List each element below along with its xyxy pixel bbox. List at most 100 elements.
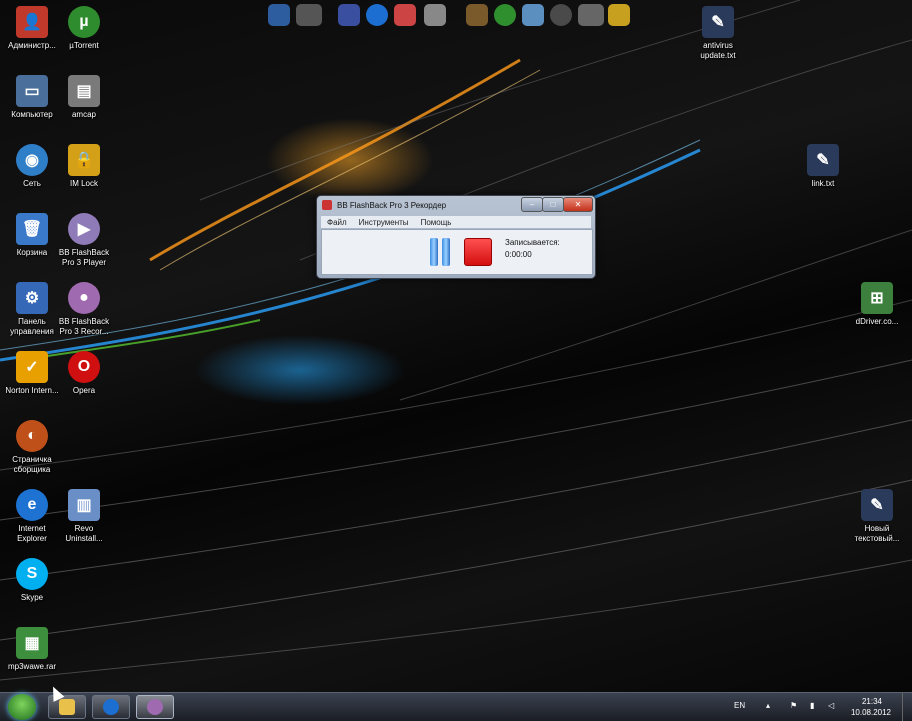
taskbar-button-flashback-recorder[interactable] [136,695,174,719]
desktop-icon-opera[interactable]: O Opera [56,351,112,396]
close-button[interactable]: ✕ [563,197,593,212]
recording-time: 0:00:00 [505,250,532,259]
icon-label: Панель управления [10,317,54,336]
desktop-icon-revo-uninstaller[interactable]: ▥ Revo Uninstall... [56,489,112,544]
user-icon: 👤 [16,6,48,38]
desktop: 👤 Администр... µ µTorrent ▭ Компьютер ▤ … [0,0,912,721]
icon-label: mp3wawe.rar [7,662,56,671]
menu-file[interactable]: Файл [327,218,347,227]
app-icon-8[interactable] [608,4,630,26]
desktop-icon-utorrent[interactable]: µ µTorrent [56,6,112,51]
icon-label: BB FlashBack Pro 3 Player [58,248,110,267]
menu-tools[interactable]: Инструменты [359,218,409,227]
desktop-icon-antivirus-update[interactable]: ✎ antivirus update.txt [690,6,746,61]
flashback-recorder-icon [147,699,163,715]
app-icon-5[interactable] [522,4,544,26]
icon-label: Norton Intern... [5,386,59,395]
explorer-folder-icon [59,699,75,715]
icon-label: Skype [20,593,44,602]
browser-page-icon: ◐ [16,420,48,452]
recording-status: Записывается: [505,238,560,247]
desktop-icon-network[interactable]: ◉ Сеть [4,144,60,189]
volume-icon[interactable]: ◁ [828,701,834,710]
desktop-icon-recycle-bin[interactable]: 🗑 Корзина [4,213,60,258]
flashback-player-icon: ▶ [68,213,100,245]
paint-icon[interactable] [394,4,416,26]
icon-label: µTorrent [69,41,99,50]
network-tray-icon[interactable]: ▮ [810,701,814,710]
internet-explorer-icon: e [16,489,48,521]
minimize-button[interactable]: – [521,197,543,212]
app-icon-7[interactable] [578,4,604,26]
start-button[interactable] [8,694,36,720]
flag-icon[interactable]: ⚑ [790,701,797,710]
text-file-icon: ✎ [807,144,839,176]
icon-label: Компьютер [11,110,53,119]
icon-label: Internet Explorer [17,524,47,543]
desktop-icon-flashback-player[interactable]: ▶ BB FlashBack Pro 3 Player [56,213,112,268]
app-icon-6[interactable] [550,4,572,26]
language-indicator[interactable]: EN [734,701,745,710]
clock-date[interactable]: 10.08.2012 [846,708,896,717]
close-icon: ✕ [574,200,582,209]
gamepad-icon[interactable] [338,4,360,26]
app-icon-3[interactable] [466,4,488,26]
maximize-button[interactable]: □ [542,197,564,212]
flashback-recorder-icon: ● [68,282,100,314]
desktop-icon-ddriver[interactable]: ⊞ dDriver.co... [849,282,905,327]
icon-label: link.txt [811,179,835,188]
recorder-panel: Записывается: 0:00:00 [321,229,593,275]
menu-help[interactable]: Помощь [421,218,452,227]
opera-icon: O [68,351,100,383]
desktop-icon-new-text[interactable]: ✎ Новый текстовый... [849,489,905,544]
revo-uninstaller-icon: ▥ [68,489,100,521]
calculator-icon[interactable] [424,4,446,26]
control-panel-icon: ⚙ [16,282,48,314]
recorder-window[interactable]: BB FlashBack Pro 3 Рекордер – □ ✕ Файл И… [316,195,596,279]
skype-icon: S [16,558,48,590]
icon-label: Opera [72,386,96,395]
desktop-icon-collector-page[interactable]: ◐ Страничка сборщика [4,420,60,475]
taskbar-button-media-player[interactable] [92,695,130,719]
desktop-icon-skype[interactable]: S Skype [4,558,60,603]
desktop-icon-flashback-recorder[interactable]: ● BB FlashBack Pro 3 Recor... [56,282,112,337]
desktop-icon-amcap[interactable]: ▤ amcap [56,75,112,120]
desktop-icon-mp3wawe[interactable]: ▦ mp3wawe.rar [4,627,60,672]
recycle-bin-icon: 🗑 [16,213,48,245]
icon-label: Сеть [23,179,41,188]
app-icon-2[interactable] [296,4,322,26]
media-player-icon [103,699,119,715]
icon-label: IM Lock [69,179,98,188]
stop-button[interactable] [464,238,492,266]
desktop-icon-norton[interactable]: ✓ Norton Intern... [4,351,60,396]
icon-label: Администр... [8,41,56,50]
app-icon-4[interactable] [494,4,516,26]
icon-label: BB FlashBack Pro 3 Recor... [58,317,110,336]
wallpaper [0,0,912,681]
icon-label: Новый текстовый... [854,524,900,543]
desktop-icon-internet-explorer[interactable]: e Internet Explorer [4,489,60,544]
minimize-icon: – [529,200,535,209]
pause-button[interactable] [427,238,453,266]
tray-expand-icon[interactable]: ▴ [766,701,770,710]
network-icon: ◉ [16,144,48,176]
lock-icon: 🔒 [68,144,100,176]
pause-bar-right [442,238,450,266]
app-icon-1[interactable] [268,4,290,26]
desktop-icon-link-txt[interactable]: ✎ link.txt [795,144,851,189]
amcap-icon: ▤ [68,75,100,107]
taskbar: EN ▴ ⚑ ▮ ◁ 21:34 10.08.2012 [0,692,912,721]
icon-label: Страничка сборщика [12,455,52,474]
desktop-icon-control-panel[interactable]: ⚙ Панель управления [4,282,60,337]
computer-icon: ▭ [16,75,48,107]
show-desktop-button[interactable] [902,693,912,721]
window-title: BB FlashBack Pro 3 Рекордер [337,200,447,210]
desktop-icon-im-lock[interactable]: 🔒 IM Lock [56,144,112,189]
desktop-icon-computer[interactable]: ▭ Компьютер [4,75,60,120]
windows-file-icon: ⊞ [861,282,893,314]
desktop-icon-administrator[interactable]: 👤 Администр... [4,6,60,51]
clock-time[interactable]: 21:34 [852,697,892,706]
media-player-icon[interactable] [366,4,388,26]
icon-label: dDriver.co... [855,317,899,326]
rar-archive-icon: ▦ [16,627,48,659]
